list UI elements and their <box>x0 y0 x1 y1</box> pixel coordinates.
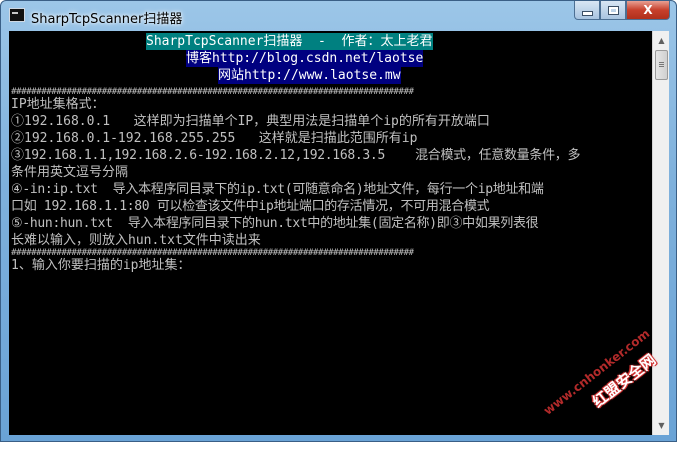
site-link-line: 网站http://www.laotse.mw <box>218 67 401 84</box>
maximize-icon <box>607 5 619 15</box>
console-line: ③192.168.1.1,192.168.2.6-192.168.2.12,19… <box>11 148 581 163</box>
console-line: ⑤-hun:hun.txt 导入本程序同目录下的hun.txt中的地址集(固定名… <box>11 216 539 231</box>
console-line: IP地址集格式： <box>11 97 105 112</box>
console-line: ①192.168.0.1 这样即为扫描单个IP，典型用法是扫描单个ip的所有开放… <box>11 114 490 129</box>
scroll-thumb[interactable] <box>655 50 668 80</box>
header-author-line: SharpTcpScanner扫描器 - 作者：太上老君 <box>146 33 433 50</box>
console-line: ②192.168.0.1-192.168.255.255 这样就是扫描此范围所有… <box>11 131 418 146</box>
maximize-button[interactable] <box>600 1 626 20</box>
scroll-down-button[interactable]: ▼ <box>654 417 669 434</box>
minimize-icon <box>581 10 593 16</box>
close-icon: X <box>643 3 653 17</box>
blog-link-line: 博客http://blog.csdn.net/laotse <box>186 50 424 67</box>
console-window: SharpTcpScanner扫描器 X SharpTcpScanner扫描器 … <box>0 0 677 442</box>
console-line: 条件用英文逗号分隔 <box>11 165 129 180</box>
console-line: 口如 192.168.1.1:80 可以检查该文件中ip地址端口的存活情况，不可… <box>11 199 490 214</box>
minimize-button[interactable] <box>574 1 600 20</box>
vertical-scrollbar[interactable]: ▲ ▼ <box>652 31 669 435</box>
close-button[interactable]: X <box>626 1 670 20</box>
caption-buttons: X <box>574 1 670 21</box>
scroll-up-button[interactable]: ▲ <box>654 32 669 49</box>
title-bar[interactable]: SharpTcpScanner扫描器 X <box>1 1 676 31</box>
console-line: ④-in:ip.txt 导入本程序同目录下的ip.txt(可随意命名)地址文件，… <box>11 182 544 197</box>
console-output[interactable]: SharpTcpScanner扫描器 - 作者：太上老君 博客http://bl… <box>9 31 652 435</box>
input-prompt[interactable]: 1、输入你要扫描的ip地址集： <box>11 257 190 274</box>
scroll-up-arrow-icon: ▲ <box>658 36 665 45</box>
window-title: SharpTcpScanner扫描器 <box>31 12 183 27</box>
console-app-icon[interactable] <box>9 8 25 22</box>
scroll-down-arrow-icon: ▼ <box>658 421 665 430</box>
